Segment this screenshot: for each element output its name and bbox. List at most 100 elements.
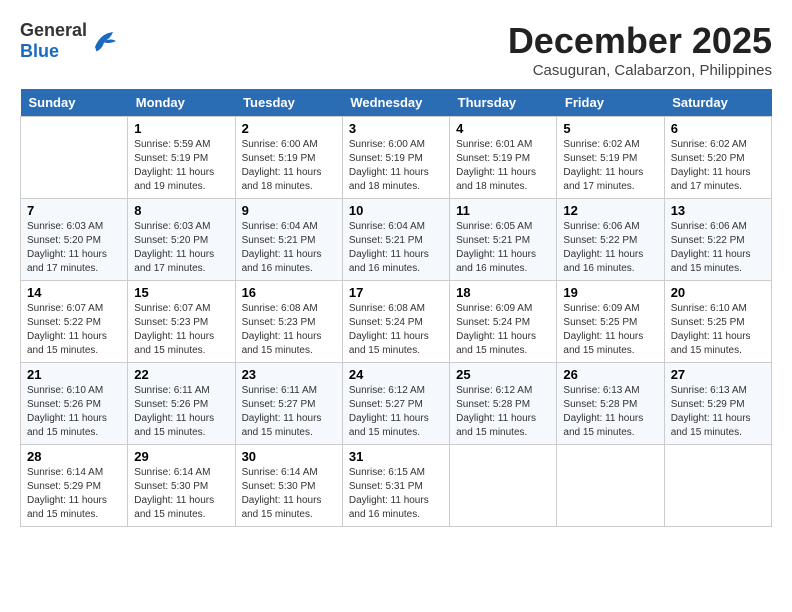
day-number: 24 (349, 367, 443, 382)
day-info: Sunrise: 6:14 AM Sunset: 5:30 PM Dayligh… (242, 466, 336, 522)
calendar-cell: 3 Sunrise: 6:00 AM Sunset: 5:19 PM Daylig… (342, 117, 449, 199)
calendar-cell (21, 117, 128, 199)
day-number: 25 (456, 367, 550, 382)
day-info: Sunrise: 6:03 AM Sunset: 5:20 PM Dayligh… (134, 220, 228, 276)
calendar-cell: 19 Sunrise: 6:09 AM Sunset: 5:25 PM Dayli… (557, 281, 664, 363)
weekday-header-tuesday: Tuesday (235, 89, 342, 117)
calendar-cell: 16 Sunrise: 6:08 AM Sunset: 5:23 PM Dayli… (235, 281, 342, 363)
day-number: 15 (134, 285, 228, 300)
weekday-header-thursday: Thursday (450, 89, 557, 117)
day-number: 7 (27, 203, 121, 218)
day-number: 27 (671, 367, 765, 382)
week-row-2: 7 Sunrise: 6:03 AM Sunset: 5:20 PM Daylig… (21, 199, 772, 281)
calendar-cell: 6 Sunrise: 6:02 AM Sunset: 5:20 PM Daylig… (664, 117, 771, 199)
calendar-cell: 22Sunrise: 6:11 AM Sunset: 5:26 PM Dayli… (128, 363, 235, 445)
calendar-cell: 7 Sunrise: 6:03 AM Sunset: 5:20 PM Daylig… (21, 199, 128, 281)
day-number: 11 (456, 203, 550, 218)
day-info: Sunrise: 6:14 AM Sunset: 5:30 PM Dayligh… (134, 466, 228, 522)
day-info: Sunrise: 6:00 AM Sunset: 5:19 PM Dayligh… (349, 138, 443, 194)
calendar-cell: 23 Sunrise: 6:11 AM Sunset: 5:27 PM Dayli… (235, 363, 342, 445)
week-row-5: 28Sunrise: 6:14 AM Sunset: 5:29 PM Dayli… (21, 445, 772, 527)
day-number: 19 (563, 285, 657, 300)
calendar-cell: 8 Sunrise: 6:03 AM Sunset: 5:20 PM Daylig… (128, 199, 235, 281)
calendar-cell: 1Sunrise: 5:59 AM Sunset: 5:19 PM Daylig… (128, 117, 235, 199)
day-number: 22 (134, 367, 228, 382)
calendar-cell: 17Sunrise: 6:08 AM Sunset: 5:24 PM Dayli… (342, 281, 449, 363)
day-number: 16 (242, 285, 336, 300)
calendar-cell: 30 Sunrise: 6:14 AM Sunset: 5:30 PM Dayli… (235, 445, 342, 527)
day-number: 30 (242, 449, 336, 464)
day-info: Sunrise: 6:04 AM Sunset: 5:21 PM Dayligh… (242, 220, 336, 276)
calendar-cell: 15 Sunrise: 6:07 AM Sunset: 5:23 PM Dayli… (128, 281, 235, 363)
day-number: 8 (134, 203, 228, 218)
calendar-cell: 28Sunrise: 6:14 AM Sunset: 5:29 PM Dayli… (21, 445, 128, 527)
calendar-cell (557, 445, 664, 527)
calendar-cell: 14 Sunrise: 6:07 AM Sunset: 5:22 PM Dayli… (21, 281, 128, 363)
calendar-cell: 20Sunrise: 6:10 AM Sunset: 5:25 PM Dayli… (664, 281, 771, 363)
title-block: December 2025 Casuguran, Calabarzon, Phi… (508, 20, 772, 79)
week-row-3: 14 Sunrise: 6:07 AM Sunset: 5:22 PM Dayli… (21, 281, 772, 363)
logo-bird-icon (89, 26, 119, 56)
day-number: 1 (134, 121, 228, 136)
calendar-cell: 4 Sunrise: 6:01 AM Sunset: 5:19 PM Daylig… (450, 117, 557, 199)
calendar-cell: 29 Sunrise: 6:14 AM Sunset: 5:30 PM Dayli… (128, 445, 235, 527)
day-info: Sunrise: 6:13 AM Sunset: 5:28 PM Dayligh… (563, 384, 657, 440)
day-info: Sunrise: 6:11 AM Sunset: 5:27 PM Dayligh… (242, 384, 336, 440)
day-info: Sunrise: 6:15 AM Sunset: 5:31 PM Dayligh… (349, 466, 443, 522)
day-number: 14 (27, 285, 121, 300)
day-info: Sunrise: 6:02 AM Sunset: 5:20 PM Dayligh… (671, 138, 765, 194)
weekday-header-friday: Friday (557, 89, 664, 117)
day-number: 23 (242, 367, 336, 382)
day-number: 10 (349, 203, 443, 218)
day-number: 21 (27, 367, 121, 382)
calendar-cell: 26Sunrise: 6:13 AM Sunset: 5:28 PM Dayli… (557, 363, 664, 445)
calendar-cell: 18 Sunrise: 6:09 AM Sunset: 5:24 PM Dayli… (450, 281, 557, 363)
day-number: 31 (349, 449, 443, 464)
calendar-cell: 5 Sunrise: 6:02 AM Sunset: 5:19 PM Daylig… (557, 117, 664, 199)
day-number: 29 (134, 449, 228, 464)
month-title: December 2025 (508, 20, 772, 62)
page-header: General Blue December 2025 Casuguran, Ca… (20, 20, 772, 79)
day-number: 5 (563, 121, 657, 136)
day-info: Sunrise: 6:12 AM Sunset: 5:28 PM Dayligh… (456, 384, 550, 440)
location: Casuguran, Calabarzon, Philippines (508, 62, 772, 79)
logo: General Blue (20, 20, 119, 62)
day-info: Sunrise: 6:06 AM Sunset: 5:22 PM Dayligh… (671, 220, 765, 276)
weekday-header-monday: Monday (128, 89, 235, 117)
day-number: 18 (456, 285, 550, 300)
day-info: Sunrise: 6:08 AM Sunset: 5:23 PM Dayligh… (242, 302, 336, 358)
day-number: 28 (27, 449, 121, 464)
day-info: Sunrise: 6:13 AM Sunset: 5:29 PM Dayligh… (671, 384, 765, 440)
day-info: Sunrise: 6:02 AM Sunset: 5:19 PM Dayligh… (563, 138, 657, 194)
day-info: Sunrise: 6:10 AM Sunset: 5:26 PM Dayligh… (27, 384, 121, 440)
calendar-cell: 10 Sunrise: 6:04 AM Sunset: 5:21 PM Dayli… (342, 199, 449, 281)
weekday-header-row: SundayMondayTuesdayWednesdayThursdayFrid… (21, 89, 772, 117)
day-number: 3 (349, 121, 443, 136)
day-info: Sunrise: 6:03 AM Sunset: 5:20 PM Dayligh… (27, 220, 121, 276)
day-number: 4 (456, 121, 550, 136)
day-info: Sunrise: 6:07 AM Sunset: 5:22 PM Dayligh… (27, 302, 121, 358)
calendar-cell: 11Sunrise: 6:05 AM Sunset: 5:21 PM Dayli… (450, 199, 557, 281)
day-info: Sunrise: 6:01 AM Sunset: 5:19 PM Dayligh… (456, 138, 550, 194)
week-row-1: 1Sunrise: 5:59 AM Sunset: 5:19 PM Daylig… (21, 117, 772, 199)
week-row-4: 21 Sunrise: 6:10 AM Sunset: 5:26 PM Dayli… (21, 363, 772, 445)
day-info: Sunrise: 6:09 AM Sunset: 5:25 PM Dayligh… (563, 302, 657, 358)
calendar-cell: 25 Sunrise: 6:12 AM Sunset: 5:28 PM Dayli… (450, 363, 557, 445)
day-number: 12 (563, 203, 657, 218)
day-number: 9 (242, 203, 336, 218)
calendar-cell: 21 Sunrise: 6:10 AM Sunset: 5:26 PM Dayli… (21, 363, 128, 445)
day-info: Sunrise: 6:12 AM Sunset: 5:27 PM Dayligh… (349, 384, 443, 440)
calendar-cell: 27 Sunrise: 6:13 AM Sunset: 5:29 PM Dayli… (664, 363, 771, 445)
day-info: Sunrise: 6:09 AM Sunset: 5:24 PM Dayligh… (456, 302, 550, 358)
weekday-header-saturday: Saturday (664, 89, 771, 117)
calendar-cell: 24 Sunrise: 6:12 AM Sunset: 5:27 PM Dayli… (342, 363, 449, 445)
calendar-table: SundayMondayTuesdayWednesdayThursdayFrid… (20, 89, 772, 527)
calendar-cell (450, 445, 557, 527)
day-info: Sunrise: 6:04 AM Sunset: 5:21 PM Dayligh… (349, 220, 443, 276)
calendar-cell: 31 Sunrise: 6:15 AM Sunset: 5:31 PM Dayli… (342, 445, 449, 527)
day-number: 6 (671, 121, 765, 136)
day-info: Sunrise: 6:07 AM Sunset: 5:23 PM Dayligh… (134, 302, 228, 358)
calendar-cell: 2Sunrise: 6:00 AM Sunset: 5:19 PM Daylig… (235, 117, 342, 199)
calendar-cell: 13Sunrise: 6:06 AM Sunset: 5:22 PM Dayli… (664, 199, 771, 281)
calendar-cell: 9 Sunrise: 6:04 AM Sunset: 5:21 PM Daylig… (235, 199, 342, 281)
